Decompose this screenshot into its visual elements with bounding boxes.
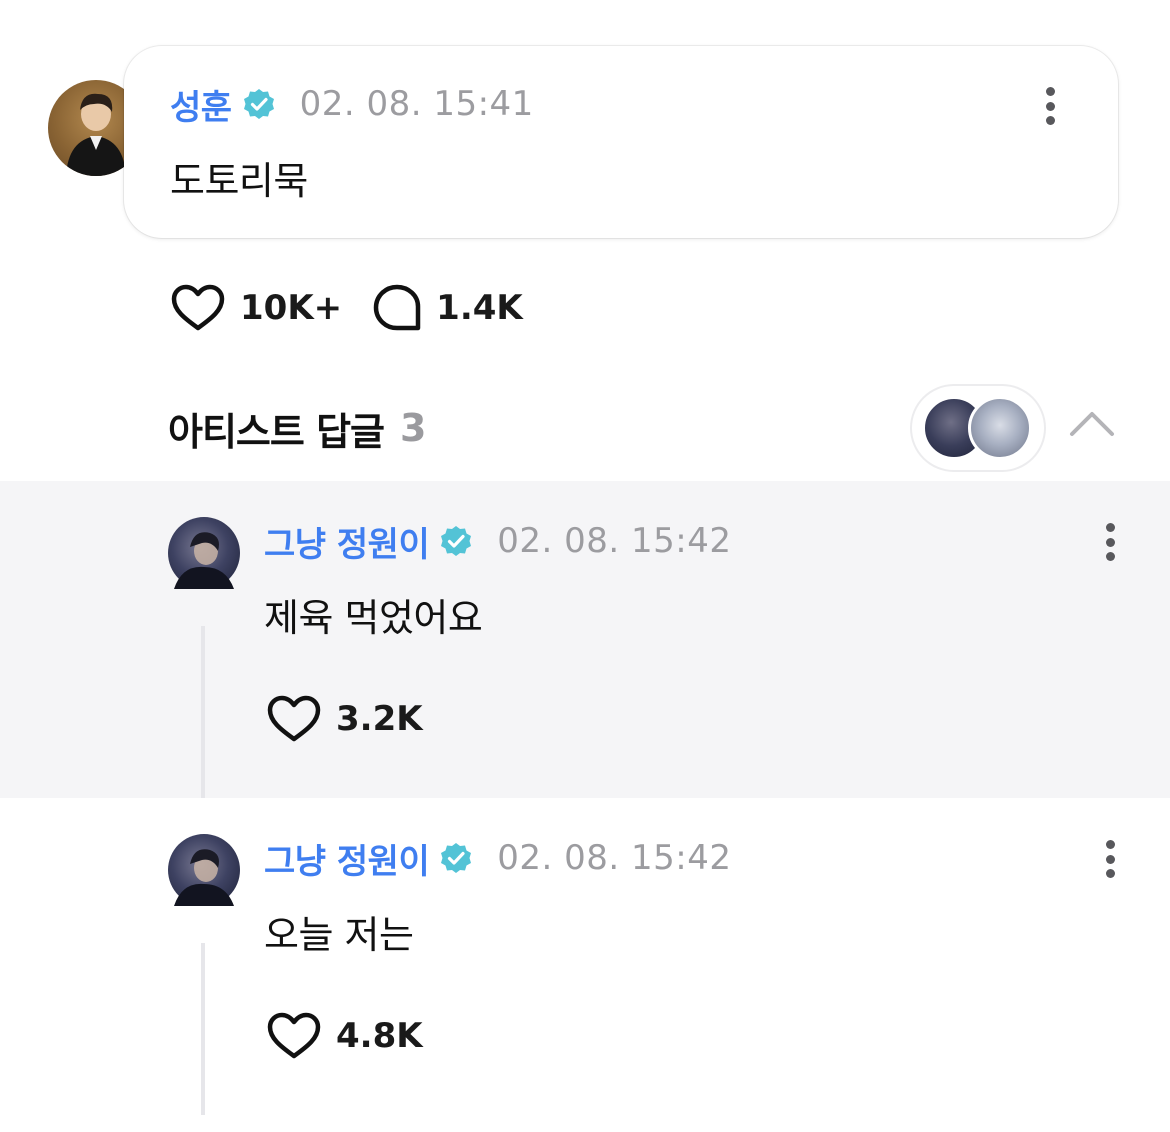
artist-replies-title: 아티스트 답글	[168, 409, 385, 454]
comment-bubble-icon[interactable]	[372, 283, 422, 333]
post-timestamp: 02. 08. 15:41	[299, 84, 534, 124]
heart-icon[interactable]	[266, 694, 322, 744]
reply-more-icon[interactable]	[1095, 834, 1125, 884]
artist-replies-header: 아티스트 답글 3	[168, 400, 426, 456]
reply-meta: 그냥 정원이 02. 08. 15:42	[264, 521, 732, 565]
reply-stats: 3.2K	[266, 693, 423, 745]
reply-body: 제육 먹었어요	[264, 596, 483, 640]
reply-more-icon[interactable]	[1095, 517, 1125, 567]
heart-icon[interactable]	[266, 1011, 322, 1061]
reply-item: 그냥 정원이 02. 08. 15:42 제육 먹었어요 3.2K	[0, 481, 1170, 798]
heart-icon[interactable]	[170, 283, 226, 333]
reply-like-count: 4.8K	[336, 1016, 423, 1056]
post-author-name[interactable]: 성훈	[170, 80, 232, 129]
verified-badge-icon	[441, 843, 472, 873]
post-stats: 10K+ 1.4K	[170, 282, 523, 334]
avatar	[968, 396, 1032, 460]
reply-meta: 그냥 정원이 02. 08. 15:42	[264, 838, 732, 882]
post-body: 도토리묵	[170, 159, 308, 203]
reply-body: 오늘 저는	[264, 913, 414, 957]
thread-line	[201, 943, 205, 1115]
post-meta: 성훈 02. 08. 15:41	[170, 84, 534, 128]
reply-author-name[interactable]: 그냥 정원이	[264, 517, 430, 566]
thread-line	[201, 626, 205, 798]
post-like-count: 10K+	[240, 288, 343, 328]
reply-author-name[interactable]: 그냥 정원이	[264, 834, 430, 883]
reply-author-avatar[interactable]	[168, 834, 240, 906]
reply-item: 그냥 정원이 02. 08. 15:42 오늘 저는 4.8K	[0, 798, 1170, 1132]
reply-like-count: 3.2K	[336, 699, 423, 739]
reply-timestamp: 02. 08. 15:42	[497, 521, 732, 561]
reply-author-avatar[interactable]	[168, 517, 240, 589]
post-comment-count: 1.4K	[436, 288, 523, 328]
reply-timestamp: 02. 08. 15:42	[497, 838, 732, 878]
verified-badge-icon	[243, 89, 274, 119]
reply-artists-avatar-stack[interactable]	[912, 386, 1044, 470]
chevron-up-icon[interactable]	[1066, 404, 1118, 444]
artist-replies-count: 3	[400, 406, 427, 450]
post-card: 성훈 02. 08. 15:41 도토리묵	[124, 46, 1118, 238]
post-more-icon[interactable]	[1035, 81, 1065, 131]
reply-stats: 4.8K	[266, 1010, 423, 1062]
artist-post-screen: 성훈 02. 08. 15:41 도토리묵 10K+ 1.4K 아티스트 답글 …	[0, 0, 1170, 1132]
verified-badge-icon	[441, 526, 472, 556]
